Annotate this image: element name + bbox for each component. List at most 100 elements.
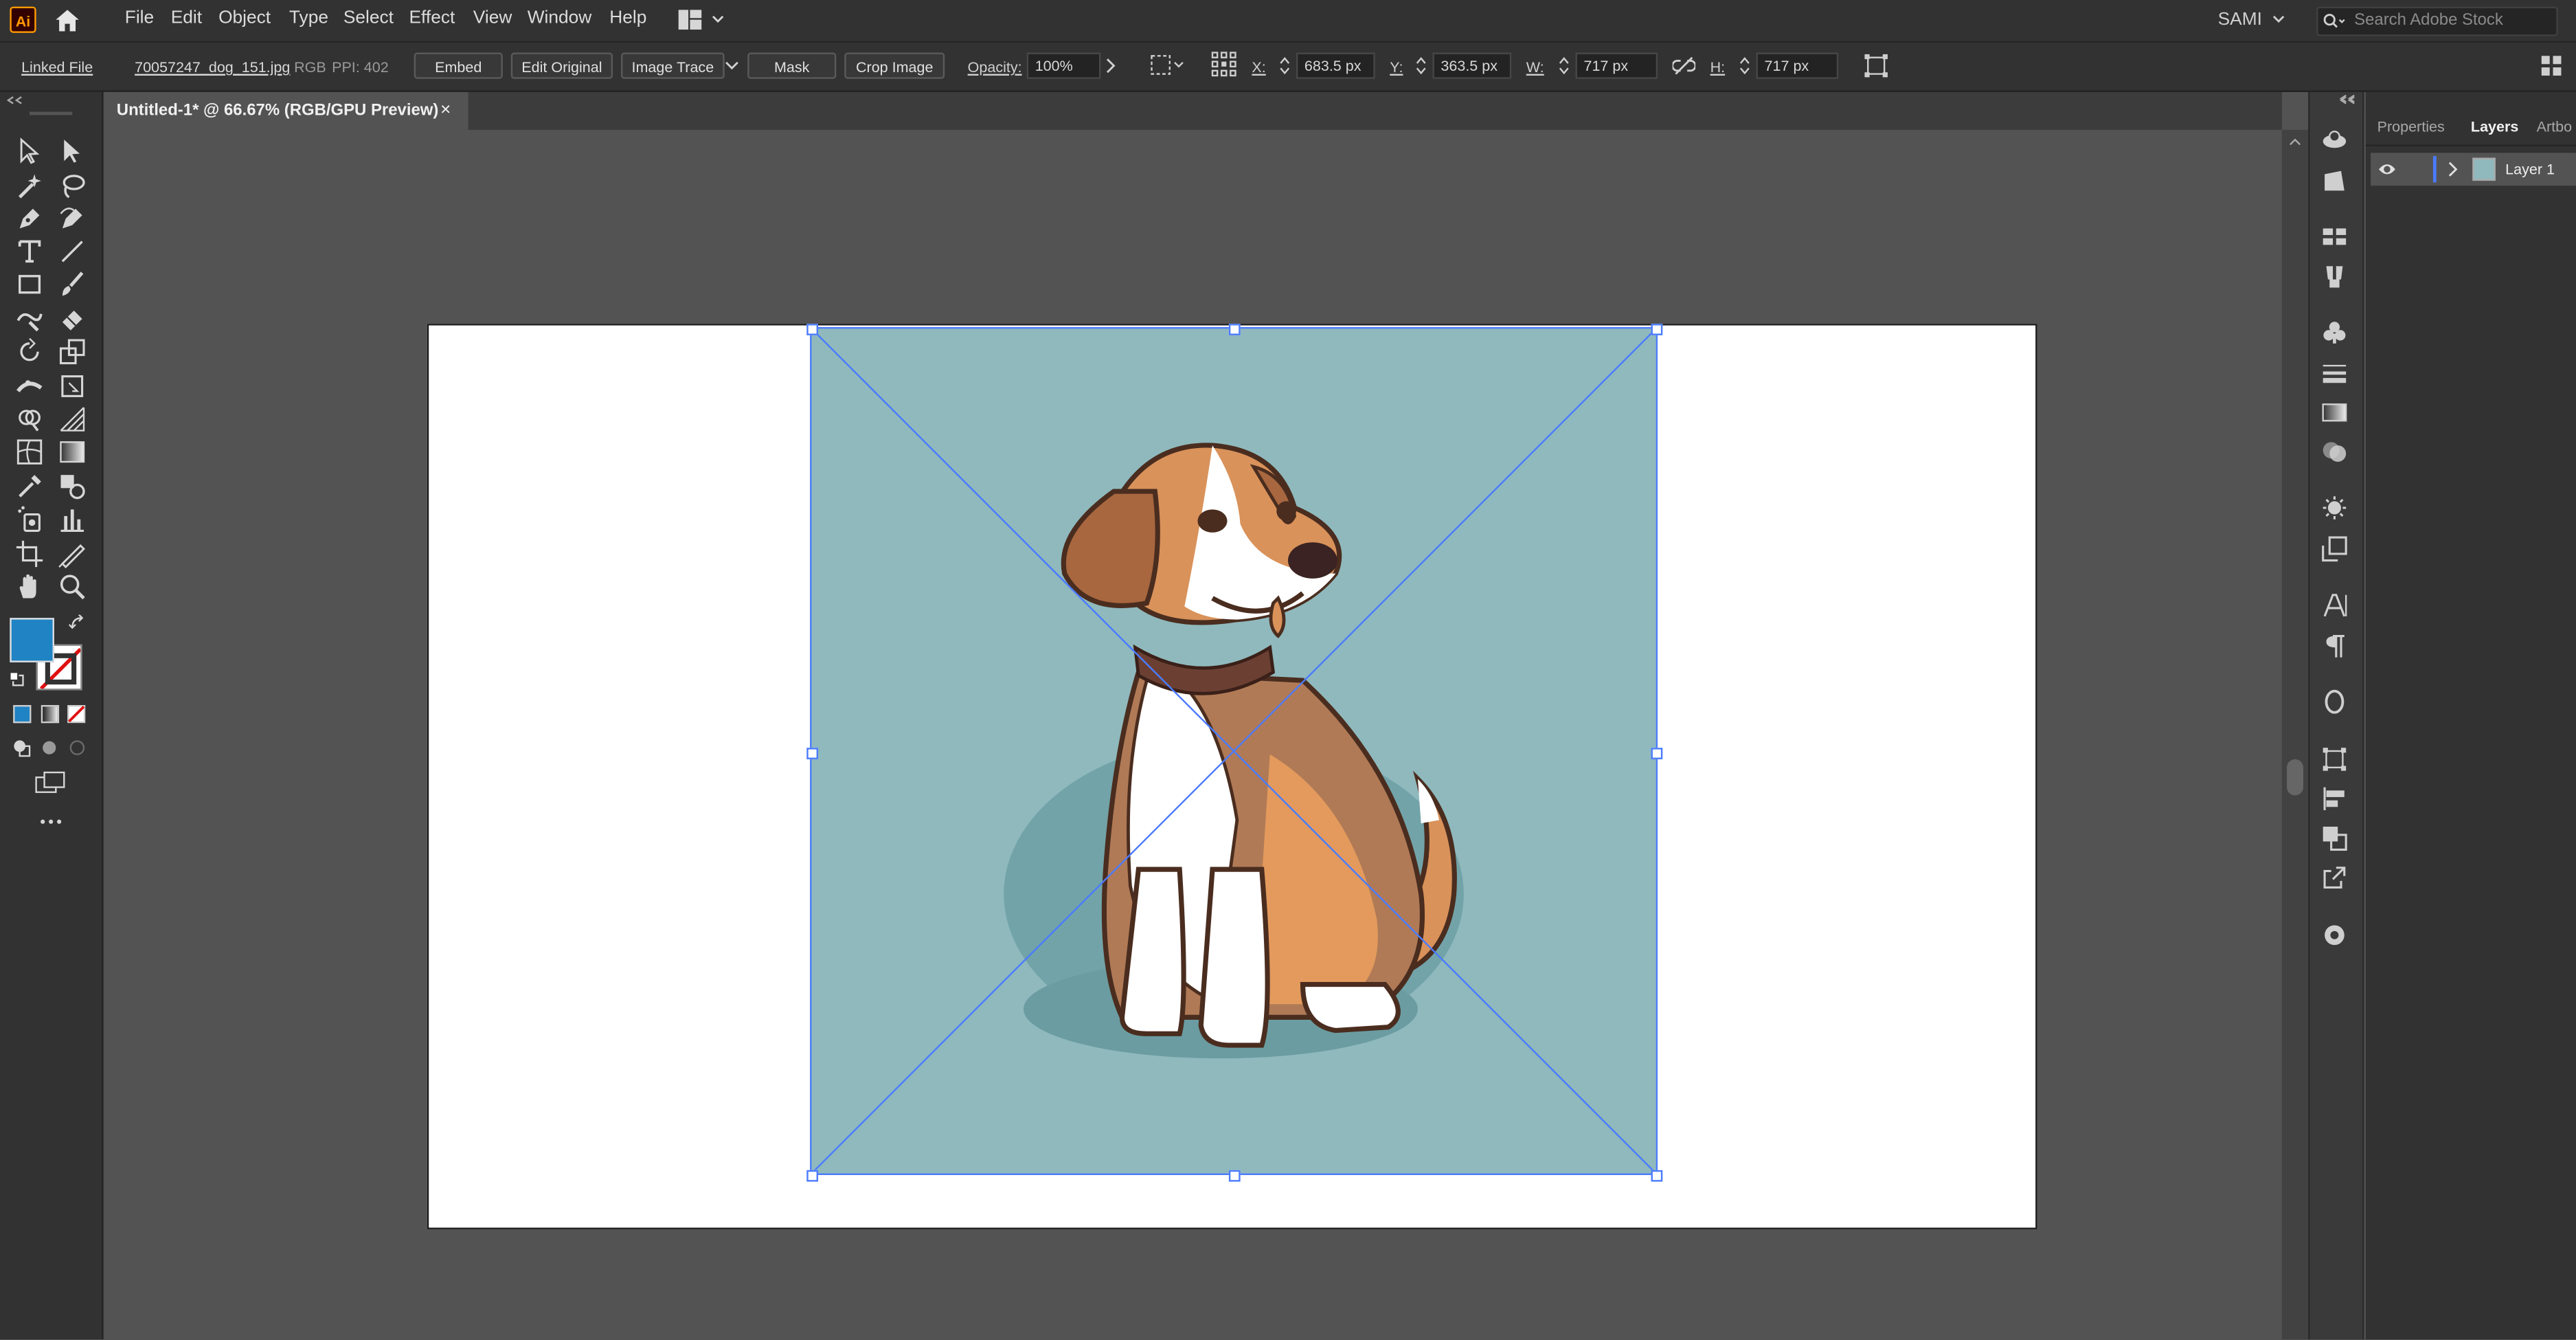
blend-tool-icon[interactable]: [58, 471, 87, 501]
properties-icon[interactable]: [2321, 168, 2347, 194]
chevron-right-icon[interactable]: [1104, 58, 1117, 74]
reference-point-icon[interactable]: [1211, 51, 1237, 77]
curvature-tool-icon[interactable]: [58, 204, 87, 234]
transform-icon[interactable]: [1863, 53, 1889, 79]
handle-bottom-right[interactable]: [1651, 1170, 1663, 1182]
tab-layers[interactable]: Layers: [2471, 118, 2518, 135]
user-name[interactable]: SAMI: [2218, 10, 2262, 30]
export-icon[interactable]: [2321, 864, 2347, 891]
opacity-label[interactable]: Opacity:: [968, 59, 1022, 76]
chevron-down-icon[interactable]: [2272, 15, 2285, 25]
type-tool-icon[interactable]: [15, 236, 45, 266]
y-input[interactable]: 363.5 px: [1432, 52, 1512, 79]
pathfinder-icon[interactable]: [2321, 825, 2347, 851]
character-icon[interactable]: [2321, 592, 2347, 618]
default-fill-stroke-icon[interactable]: [8, 671, 25, 687]
tab-artboards[interactable]: Artbo: [2537, 118, 2572, 135]
align-to-icon[interactable]: [1150, 54, 1186, 77]
zoom-tool-icon[interactable]: [58, 572, 87, 601]
crop-image-button[interactable]: Crop Image: [844, 52, 945, 79]
collapse-icon[interactable]: [6, 96, 23, 105]
eye-visibility-icon[interactable]: [2377, 161, 2397, 177]
shape-builder-tool-icon[interactable]: [15, 404, 45, 434]
direct-selection-tool-icon[interactable]: [58, 137, 87, 166]
screen-mode-icon[interactable]: [34, 771, 67, 794]
column-graph-tool-icon[interactable]: [58, 504, 87, 534]
gradient-icon[interactable]: [2321, 399, 2347, 425]
selection-bounding-box[interactable]: [810, 326, 1658, 1175]
w-input[interactable]: 717 px: [1575, 52, 1658, 79]
menu-window[interactable]: Window: [528, 8, 592, 28]
file-name-link[interactable]: 70057247_dog_151.jpg: [135, 59, 290, 76]
home-icon[interactable]: [53, 7, 82, 33]
close-tab-icon[interactable]: ×: [440, 100, 451, 120]
handle-bottom-center[interactable]: [1228, 1170, 1241, 1182]
chevron-down-icon[interactable]: [725, 59, 740, 72]
draw-behind-icon[interactable]: [39, 738, 59, 758]
collapse-panel-icon[interactable]: [2339, 93, 2356, 103]
width-tool-icon[interactable]: [15, 371, 45, 401]
magic-wand-tool-icon[interactable]: [15, 171, 45, 201]
gradient-mode-button[interactable]: [41, 704, 60, 724]
menu-type[interactable]: Type: [289, 8, 328, 28]
color-themes-icon[interactable]: [2321, 922, 2347, 948]
line-segment-tool-icon[interactable]: [58, 236, 87, 266]
h-stepper-icon[interactable]: [1739, 56, 1750, 76]
panel-menu-icon[interactable]: [2540, 54, 2562, 77]
rotate-tool-icon[interactable]: [15, 337, 45, 366]
layer-row[interactable]: Layer 1: [2371, 153, 2576, 186]
draw-normal-icon[interactable]: [12, 738, 32, 758]
vertical-scrollbar[interactable]: [2281, 129, 2309, 1340]
artboard-tool-icon[interactable]: [15, 539, 45, 568]
document-tab[interactable]: Untitled-1* @ 66.67% (RGB/GPU Preview) ×: [103, 91, 468, 130]
handle-middle-right[interactable]: [1651, 748, 1663, 759]
eyedropper-tool-icon[interactable]: [15, 471, 45, 501]
slice-tool-icon[interactable]: [58, 539, 87, 569]
menu-view[interactable]: View: [473, 8, 512, 28]
image-trace-button[interactable]: Image Trace: [621, 52, 725, 79]
h-input[interactable]: 717 px: [1756, 52, 1839, 79]
handle-top-center[interactable]: [1228, 324, 1241, 335]
symbols-icon[interactable]: [2321, 319, 2347, 345]
paintbrush-tool-icon[interactable]: [58, 269, 87, 299]
symbol-sprayer-tool-icon[interactable]: [15, 504, 45, 534]
transform-panel-icon[interactable]: [2321, 746, 2347, 772]
y-stepper-icon[interactable]: [1416, 56, 1426, 76]
fill-color[interactable]: [10, 618, 54, 662]
menu-effect[interactable]: Effect: [409, 8, 455, 28]
none-mode-icon[interactable]: [67, 704, 86, 724]
color-mode-button[interactable]: [13, 704, 32, 724]
x-stepper-icon[interactable]: [1280, 56, 1290, 76]
menu-help[interactable]: Help: [609, 8, 646, 28]
edit-original-button[interactable]: Edit Original: [510, 52, 613, 79]
selection-tool-icon[interactable]: [15, 137, 45, 166]
libraries-icon[interactable]: [2321, 126, 2347, 153]
handle-bottom-left[interactable]: [806, 1170, 819, 1182]
draw-inside-icon[interactable]: [67, 738, 87, 758]
transparency-icon[interactable]: [2321, 439, 2347, 465]
embed-button[interactable]: Embed: [414, 52, 503, 79]
handle-top-left[interactable]: [806, 324, 819, 335]
menu-object[interactable]: Object: [218, 8, 271, 28]
perspective-grid-tool-icon[interactable]: [58, 404, 87, 434]
scale-tool-icon[interactable]: [58, 337, 87, 366]
handle-middle-left[interactable]: [806, 748, 819, 759]
opentype-icon[interactable]: [2321, 689, 2347, 715]
gradient-tool-icon[interactable]: [58, 437, 87, 467]
graphic-styles-icon[interactable]: [2321, 536, 2347, 562]
rectangle-tool-icon[interactable]: [15, 269, 45, 299]
mask-button[interactable]: Mask: [747, 52, 837, 79]
workspace-switcher-icon[interactable]: [677, 8, 726, 31]
align-icon[interactable]: [2321, 785, 2347, 812]
tab-properties[interactable]: Properties: [2377, 118, 2445, 135]
x-input[interactable]: 683.5 px: [1296, 52, 1375, 79]
document-tab-title[interactable]: Untitled-1* @ 66.67% (RGB/GPU Preview): [117, 102, 439, 120]
toolbar-grip[interactable]: [30, 111, 73, 115]
swatches-icon[interactable]: [2321, 223, 2347, 249]
appearance-icon[interactable]: [2321, 495, 2347, 521]
paragraph-icon[interactable]: [2321, 633, 2347, 659]
w-stepper-icon[interactable]: [1559, 56, 1569, 76]
canvas-area[interactable]: [103, 129, 2282, 1340]
placed-image-dog[interactable]: [810, 326, 1658, 1175]
menu-edit[interactable]: Edit: [171, 8, 202, 28]
